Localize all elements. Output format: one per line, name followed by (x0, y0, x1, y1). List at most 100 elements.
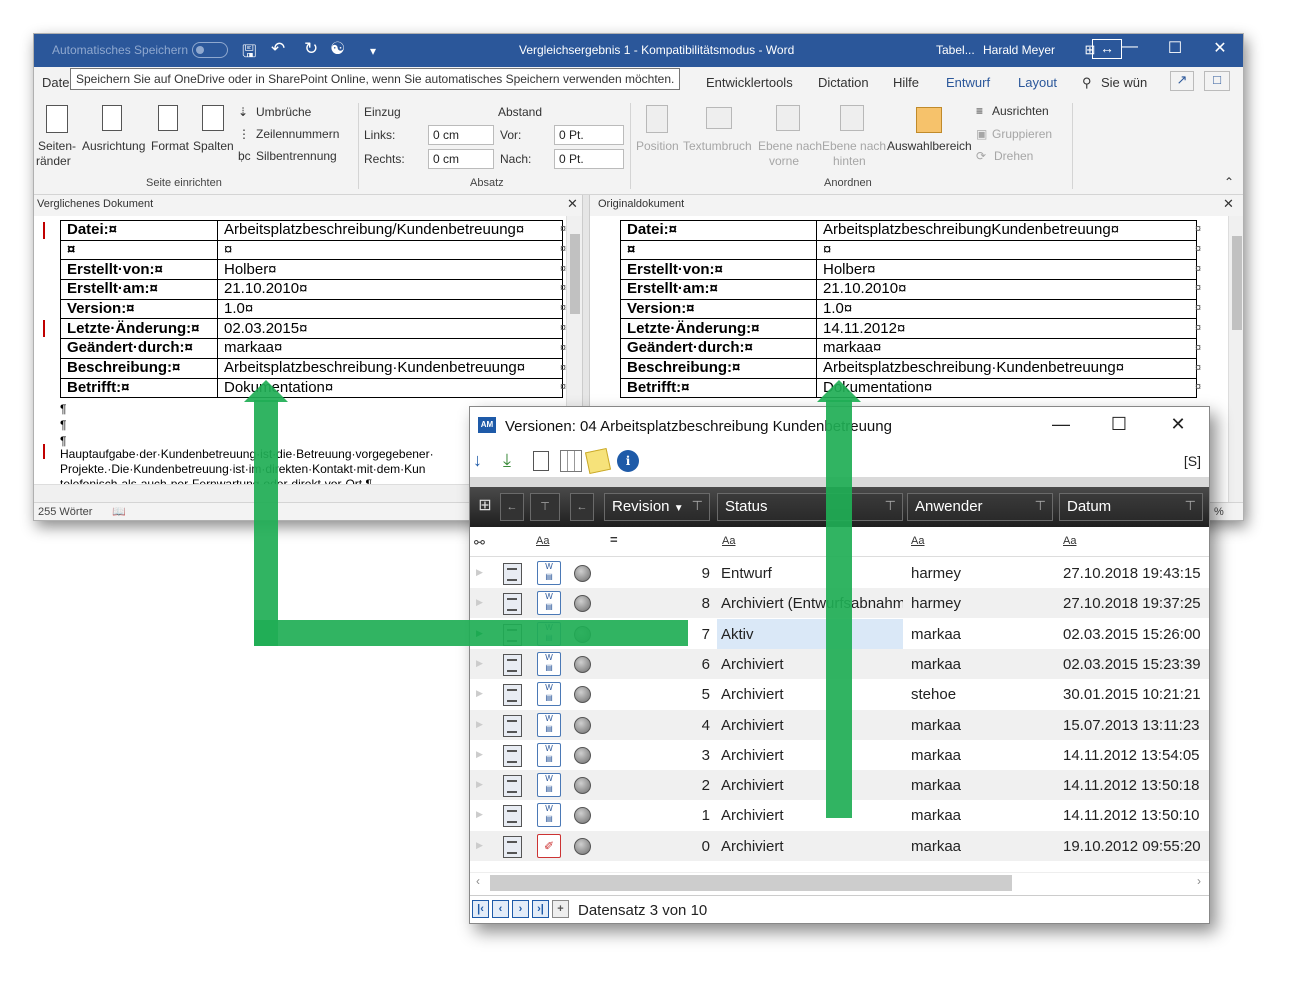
tell-me-input[interactable]: Sie wün (1101, 75, 1147, 90)
indent-right-input[interactable]: 0 cm (428, 149, 494, 169)
maximize-icon[interactable]: ☐ (1104, 414, 1134, 435)
comments-icon[interactable]: □ (1204, 71, 1230, 91)
word-file-icon[interactable]: W▤ (537, 561, 561, 585)
document-properties-icon[interactable] (503, 563, 522, 585)
share-icon[interactable]: ↗ (1170, 71, 1194, 91)
grid-icon[interactable] (560, 450, 582, 472)
header-pin[interactable]: ← (570, 493, 594, 521)
tab-dictation[interactable]: Dictation (818, 75, 869, 90)
metadata-key[interactable]: Erstellt·am:¤ (60, 279, 218, 300)
align-button[interactable]: Ausrichten (992, 104, 1049, 118)
columns-icon[interactable] (202, 105, 224, 131)
horizontal-scrollbar[interactable]: ‹ › (470, 872, 1209, 892)
autosave-toggle[interactable] (192, 42, 228, 58)
close-icon[interactable]: ✕ (1205, 38, 1235, 58)
metadata-value[interactable]: ¤ (816, 239, 1197, 261)
vertical-scrollbar[interactable] (1228, 216, 1243, 502)
word-file-icon[interactable]: W▤ (537, 651, 561, 676)
customize-qat-icon[interactable]: ▾ (370, 44, 376, 58)
breaks-icon[interactable]: ⇣ (238, 105, 248, 119)
orientation-icon[interactable] (102, 105, 122, 131)
word-file-icon[interactable]: W▤ (537, 712, 561, 737)
document-properties-icon[interactable] (503, 593, 522, 616)
note-icon[interactable] (584, 447, 612, 475)
document-properties-icon[interactable] (503, 653, 522, 676)
metadata-value[interactable]: Dokumentation¤ (816, 377, 1197, 399)
version-row[interactable]: ▶ ✐ 0 Archiviert markaa 19.10.2012 09:55:20 (470, 830, 1209, 861)
filter-equals[interactable]: = (610, 532, 618, 547)
document-properties-icon[interactable] (503, 805, 522, 828)
column-header-status[interactable]: Status ⊤ (717, 493, 903, 521)
metadata-value[interactable]: 21.10.2010¤ (217, 279, 563, 300)
align-icon[interactable]: ≡ (976, 104, 983, 118)
selection-pane-icon[interactable] (916, 107, 942, 133)
proofing-icon[interactable]: 📖 (112, 505, 126, 518)
word-file-icon[interactable]: W▤ (537, 591, 561, 616)
indent-left-input[interactable]: 0 cm (428, 125, 494, 145)
metadata-key[interactable]: ¤ (620, 239, 817, 261)
metadata-key[interactable]: Datei:¤ (60, 220, 218, 241)
tab-datei[interactable]: Date (42, 75, 69, 90)
margins-button-line1[interactable]: Seiten- (38, 139, 76, 153)
breaks-button[interactable]: Umbrüche (256, 105, 311, 119)
tab-hilfe[interactable]: Hilfe (893, 75, 919, 90)
metadata-key[interactable]: Version:¤ (60, 298, 218, 320)
repeat-icon[interactable]: ☯ (330, 39, 345, 59)
minimize-icon[interactable]: — (1115, 38, 1145, 56)
metadata-value[interactable]: 1.0¤ (217, 298, 563, 320)
word-file-icon[interactable]: W▤ (537, 742, 561, 767)
metadata-value[interactable]: Arbeitsplatzbeschreibung·Kundenbetreuung… (816, 357, 1197, 379)
metadata-key[interactable]: Letzte·Änderung:¤ (620, 318, 817, 340)
spacing-after-input[interactable]: 0 Pt. (554, 149, 624, 169)
word-file-icon[interactable]: W▤ (537, 773, 561, 798)
search-icon[interactable]: ⚲ (1082, 75, 1092, 91)
metadata-value[interactable]: Arbeitsplatzbeschreibung/Kundenbetreuung… (217, 220, 563, 241)
filter-icon[interactable]: ⚯ (474, 535, 485, 551)
metadata-value[interactable]: 02.03.2015¤ (217, 318, 563, 340)
zoom-level[interactable]: % (1214, 506, 1224, 518)
metadata-value[interactable]: 21.10.2010¤ (816, 279, 1197, 300)
size-icon[interactable] (158, 105, 178, 131)
tab-entwicklertools[interactable]: Entwicklertools (706, 75, 793, 90)
pdf-file-icon[interactable]: ✐ (537, 833, 561, 858)
metadata-key[interactable]: Geändert·durch:¤ (620, 338, 817, 359)
metadata-key[interactable]: Version:¤ (620, 298, 817, 320)
header-pin[interactable]: ⊤ (530, 493, 560, 521)
line-numbers-button[interactable]: Zeilennummern (256, 127, 339, 141)
document-list-icon[interactable] (533, 451, 549, 471)
redo-icon[interactable]: ↻ (304, 39, 318, 59)
metadata-value[interactable]: ArbeitsplatzbeschreibungKundenbetreuung¤ (816, 220, 1197, 241)
metadata-key[interactable]: ¤ (60, 239, 218, 261)
checkout-icon[interactable]: ⤓ (503, 450, 525, 472)
info-icon[interactable]: i (617, 450, 639, 472)
right-pane-close-icon[interactable]: ✕ (1223, 196, 1234, 212)
next-record-icon[interactable]: › (512, 900, 529, 918)
selection-pane-button[interactable]: Auswahlbereich (887, 139, 972, 153)
first-record-icon[interactable]: |‹ (472, 900, 489, 918)
margins-icon[interactable] (46, 105, 68, 133)
size-button[interactable]: Format (151, 139, 189, 153)
collapse-ribbon-icon[interactable]: ⌃ (1224, 175, 1234, 189)
add-record-icon[interactable]: + (552, 900, 569, 918)
scroll-left-icon[interactable]: ‹ (476, 874, 480, 888)
user-name[interactable]: Harald Meyer (983, 43, 1055, 57)
metadata-key[interactable]: Betrifft:¤ (620, 377, 817, 399)
metadata-key[interactable]: Datei:¤ (620, 220, 817, 241)
orientation-button[interactable]: Ausrichtung (82, 139, 145, 153)
metadata-key[interactable]: Beschreibung:¤ (620, 357, 817, 379)
column-header-anwender[interactable]: Anwender ⊤ (907, 493, 1053, 521)
columns-button[interactable]: Spalten (193, 139, 234, 153)
metadata-key[interactable]: Erstellt·von:¤ (620, 259, 817, 281)
last-record-icon[interactable]: ›| (532, 900, 549, 918)
metadata-key[interactable]: Erstellt·am:¤ (620, 279, 817, 300)
previous-record-icon[interactable]: ‹ (492, 900, 509, 918)
margins-button-line2[interactable]: ränder (36, 154, 71, 168)
metadata-key[interactable]: Betrifft:¤ (60, 377, 218, 399)
filter-aa-date[interactable]: Aa (1063, 535, 1076, 547)
document-properties-icon[interactable] (503, 775, 522, 798)
metadata-key[interactable]: Letzte·Änderung:¤ (60, 318, 218, 340)
column-chooser-icon[interactable]: ⊞ (473, 493, 497, 521)
filter-aa-status[interactable]: Aa (722, 535, 735, 547)
sort-az-icon[interactable]: ↓ (473, 450, 495, 472)
metadata-value[interactable]: 1.0¤ (816, 298, 1197, 320)
